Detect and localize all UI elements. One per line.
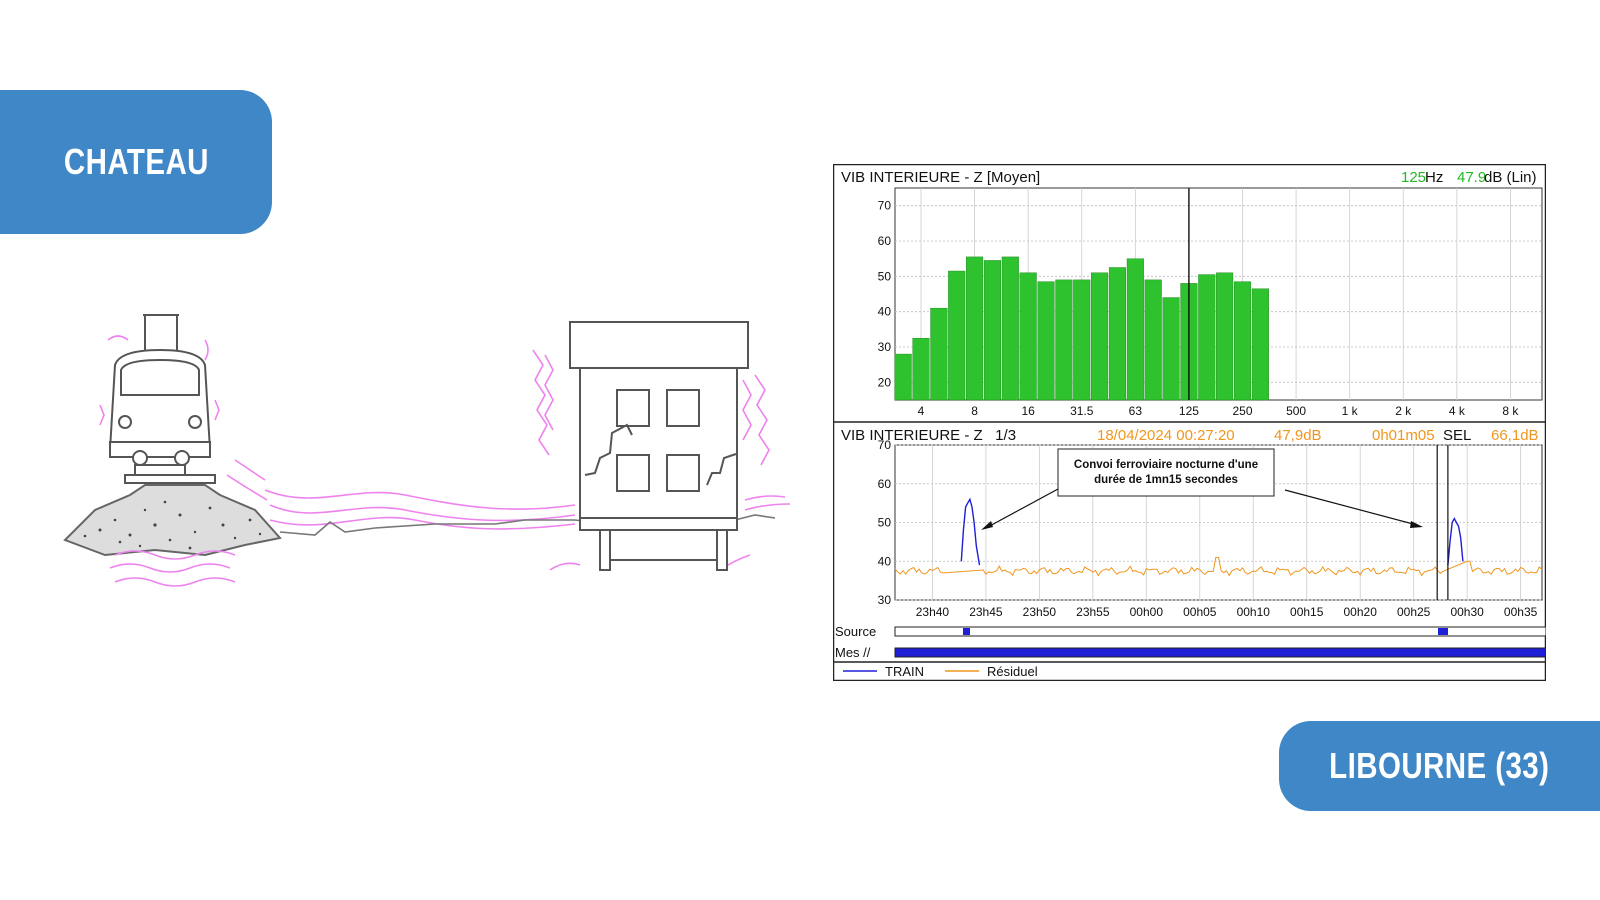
header-level: 47,9dB — [1274, 427, 1322, 444]
spectrum-plot: 20 30 40 50 60 70 4 8 16 31.5 63 125 250 500 1 k 2 k 4 k… — [878, 187, 1543, 418]
source-track-label: Source — [835, 624, 876, 639]
vibration-illustration — [63, 314, 791, 587]
spectrum-bar — [1233, 281, 1252, 401]
legend-train: TRAIN — [885, 664, 924, 679]
spectrum-x-tick: 250 — [1232, 404, 1252, 418]
spectrum-bar — [1144, 279, 1162, 401]
timeseries-y-tick: 70 — [878, 438, 892, 452]
spectrum-y-tick: 30 — [878, 340, 892, 354]
source-track — [894, 626, 1546, 637]
timeseries-x-tick: 00h15 — [1290, 605, 1324, 619]
timeseries-y-tick: 60 — [878, 477, 892, 491]
spectrum-x-tick: 31.5 — [1070, 404, 1094, 418]
spectrum-bar — [1073, 279, 1091, 401]
cracked-building-icon — [569, 321, 749, 571]
spectrum-bar — [966, 256, 984, 401]
location-badge-libourne: LIBOURNE (33) — [1279, 721, 1600, 811]
timeseries-x-tick: 00h35 — [1504, 605, 1538, 619]
spectrum-x-tick: 4 k — [1449, 404, 1466, 418]
header-duration: 0h01m05 — [1372, 427, 1435, 444]
spectrum-x-tick: 8 — [971, 404, 978, 418]
spectrum-bar — [1216, 272, 1234, 401]
spectrum-readout: 125 Hz 47.9 dB (Lin) — [1401, 169, 1537, 186]
timeseries-x-tick: 23h55 — [1076, 605, 1110, 619]
readout-level-value: 47.9 — [1457, 169, 1486, 186]
readout-freq-unit: Hz — [1425, 169, 1443, 186]
header-sel-label: SEL — [1443, 427, 1471, 444]
spectrum-bar — [948, 270, 966, 401]
timeseries-x-tick: 00h10 — [1237, 605, 1271, 619]
spectrum-bar — [1091, 272, 1109, 401]
timeseries-x-tick: 00h25 — [1397, 605, 1431, 619]
timeseries-x-tick: 00h30 — [1450, 605, 1484, 619]
timeseries-y-tick: 40 — [878, 554, 892, 568]
mes-track-label: Mes // — [835, 645, 871, 660]
timeseries-x-tick: 23h45 — [969, 605, 1003, 619]
readout-level-unit: dB (Lin) — [1484, 169, 1537, 186]
spectrum-bar — [1019, 272, 1037, 401]
spectrum-x-tick: 16 — [1021, 404, 1035, 418]
spectrum-y-tick: 40 — [878, 305, 892, 319]
spectrum-x-tick: 500 — [1286, 404, 1306, 418]
spectrum-bar — [1126, 258, 1144, 401]
spectrum-title: VIB INTERIEURE - Z [Moyen] — [841, 169, 1040, 186]
timeseries-title: VIB INTERIEURE - Z 1/3 — [841, 427, 1016, 444]
spectrum-bar — [1251, 288, 1269, 401]
spectrum-x-tick: 4 — [918, 404, 925, 418]
timeseries-x-tick: 00h05 — [1183, 605, 1217, 619]
train-on-ballast-icon — [63, 314, 282, 557]
header-sel-value: 66,1dB — [1491, 427, 1539, 444]
badge-left-label: CHATEAU — [63, 141, 209, 182]
header-datetime: 18/04/2024 00:27:20 — [1097, 427, 1235, 444]
spectrum-bar — [894, 353, 912, 401]
spectrum-x-tick: 1 k — [1342, 404, 1359, 418]
spectrum-y-tick: 60 — [878, 234, 892, 248]
spectrum-bar — [912, 337, 930, 401]
vibration-chart-panel: VIB INTERIEURE - Z [Moyen] 125 Hz 47.9 d… — [833, 164, 1546, 681]
spectrum-y-tick: 20 — [878, 375, 892, 389]
spectrum-y-tick: 70 — [878, 199, 892, 213]
spectrum-x-tick: 8 k — [1502, 404, 1519, 418]
badge-right-label: LIBOURNE (33) — [1329, 745, 1550, 786]
timeseries-x-tick: 23h50 — [1023, 605, 1057, 619]
spectrum-bar — [1198, 274, 1216, 401]
mes-track — [894, 647, 1546, 658]
spectrum-x-tick: 2 k — [1395, 404, 1412, 418]
spectrum-bar — [1108, 267, 1127, 401]
legend-residuel: Résiduel — [987, 664, 1038, 679]
timeseries-x-tick: 00h00 — [1130, 605, 1164, 619]
spectrum-y-tick: 50 — [878, 269, 892, 283]
spectrum-bar — [983, 260, 1001, 401]
source-marker-1 — [963, 628, 970, 635]
spectrum-x-tick: 125 — [1179, 404, 1199, 418]
timeseries-x-tick: 23h40 — [916, 605, 950, 619]
timeseries-y-tick: 30 — [878, 593, 892, 607]
spectrum-bar — [1001, 256, 1019, 401]
spectrum-bar — [1055, 279, 1073, 401]
spectrum-bar — [1162, 297, 1180, 401]
annotation-line-2: durée de 1mn15 secondes — [1094, 474, 1238, 486]
spectrum-x-tick: 63 — [1129, 404, 1143, 418]
spectrum-bar — [1037, 281, 1055, 401]
spectrum-bar — [930, 307, 948, 401]
annotation-line-1: Convoi ferroviaire nocturne d'une — [1074, 459, 1258, 471]
source-marker-2 — [1438, 628, 1448, 635]
location-badge-chateau: CHATEAU — [0, 90, 272, 234]
readout-freq-value: 125 — [1401, 169, 1426, 186]
timeseries-y-tick: 50 — [878, 516, 892, 530]
timeseries-x-tick: 00h20 — [1344, 605, 1378, 619]
